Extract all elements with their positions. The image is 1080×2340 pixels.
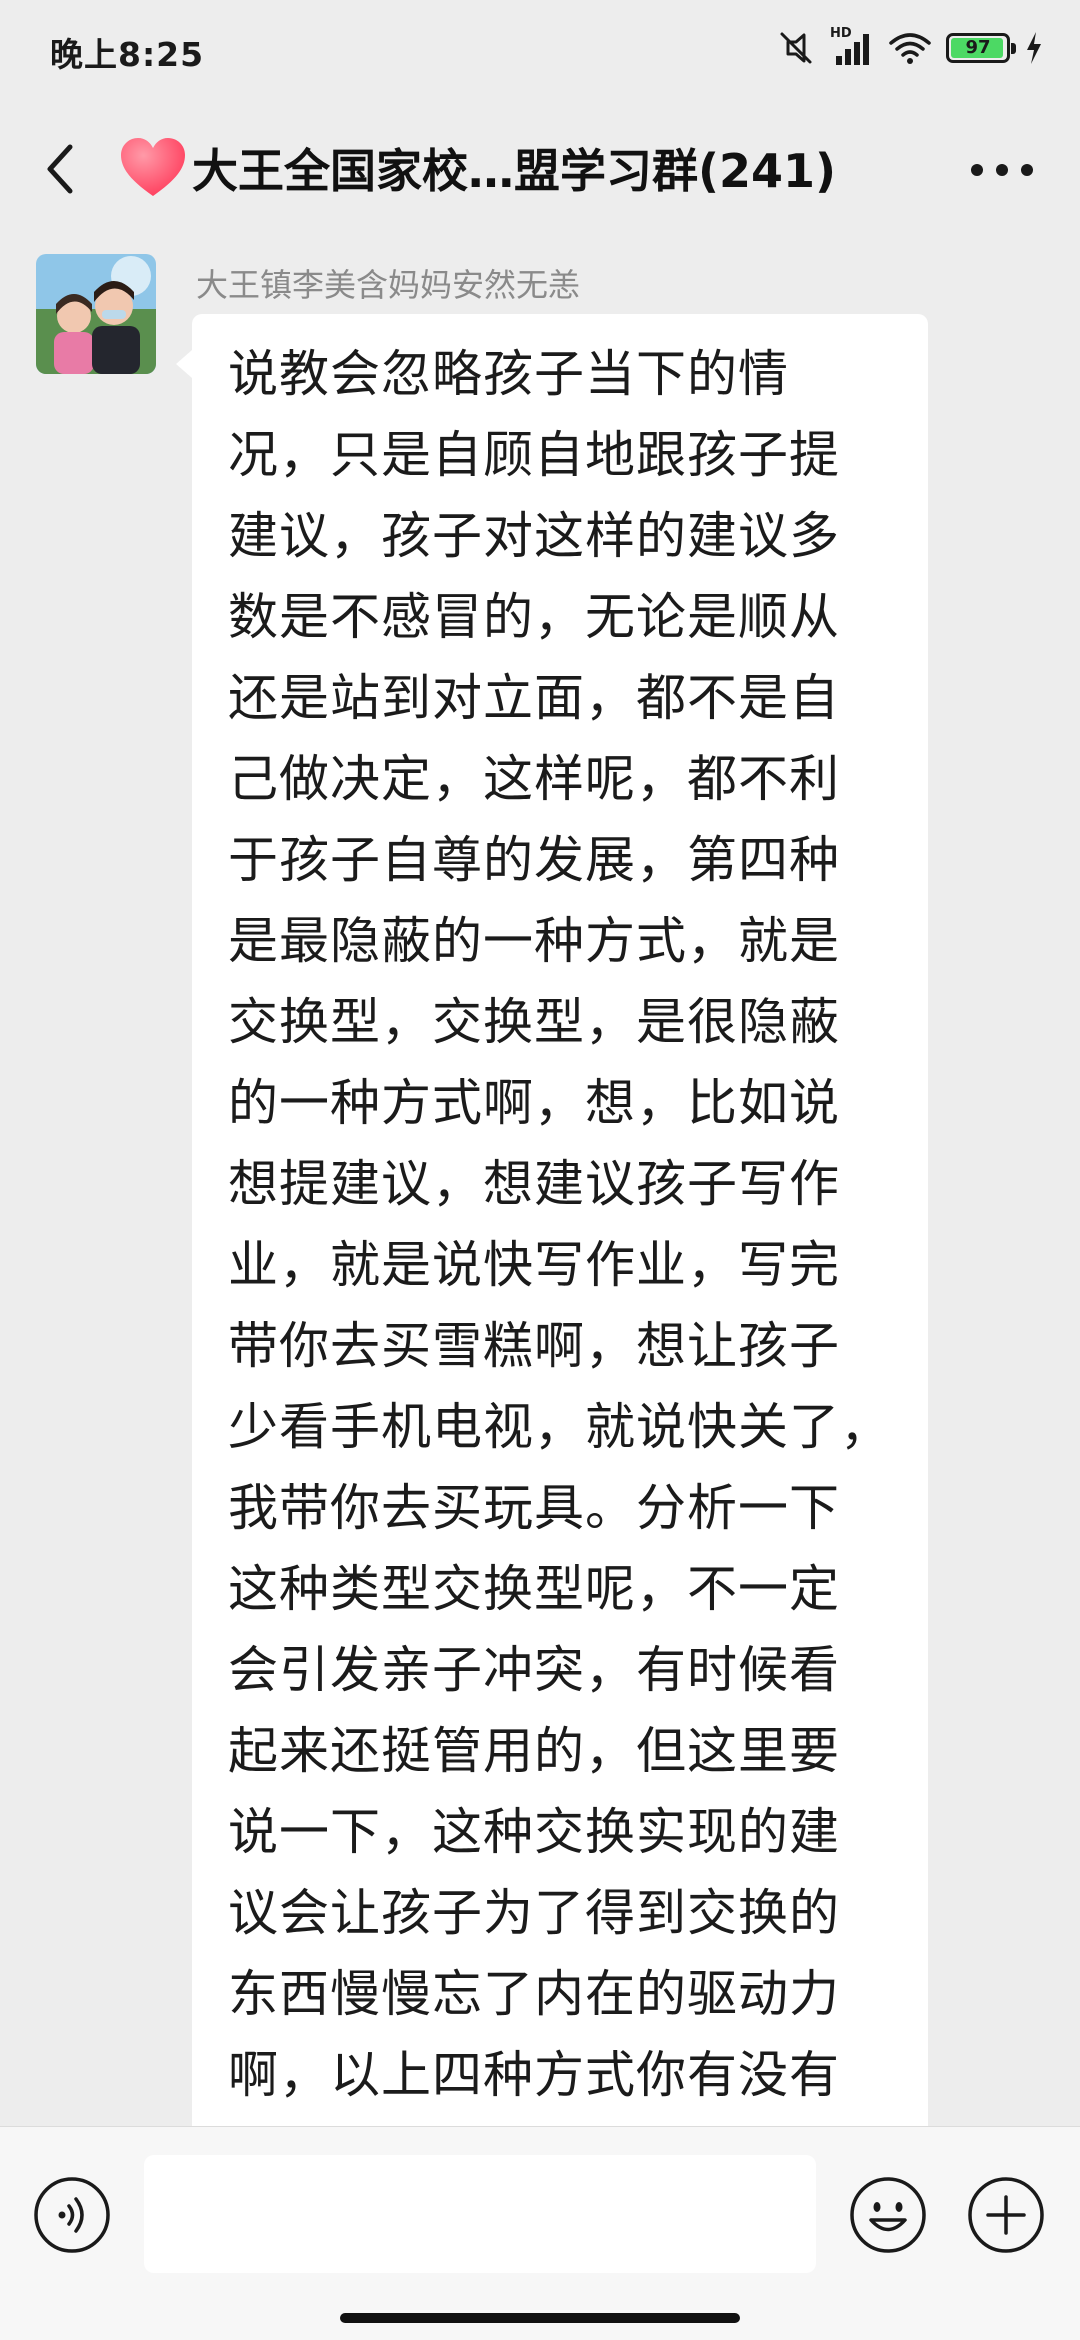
voice-icon — [34, 2177, 110, 2253]
plus-icon — [968, 2177, 1044, 2253]
emoji-button[interactable] — [848, 2175, 928, 2255]
battery-level: 97 — [965, 37, 991, 58]
mute-icon — [776, 28, 816, 68]
wifi-icon — [888, 28, 932, 68]
sender-name: 大王镇李美含妈妈安然无恙 — [196, 266, 581, 304]
avatar[interactable] — [36, 254, 156, 374]
chevron-left-icon — [47, 144, 73, 194]
battery-cap — [1011, 43, 1016, 54]
chat-title: 大王全国家校…盟学习群(241) — [192, 144, 837, 198]
message-input[interactable] — [144, 2155, 816, 2273]
status-bar: 晚上8:25 HD 97 — [0, 0, 1080, 98]
signal-icon: HD — [830, 26, 874, 68]
emoji-icon — [850, 2177, 926, 2253]
home-indicator[interactable] — [340, 2313, 740, 2323]
voice-button[interactable] — [32, 2175, 112, 2255]
message-list[interactable]: 大王镇李美含妈妈安然无恙 说教会忽略孩子当下的情 况，只是自顾自地跟孩子提 建议… — [0, 240, 1080, 2126]
more-dots-icon — [971, 164, 1033, 176]
plus-button[interactable] — [966, 2175, 1046, 2255]
back-button[interactable] — [30, 134, 90, 204]
message-bubble[interactable]: 说教会忽略孩子当下的情 况，只是自顾自地跟孩子提 建议，孩子对这样的建议多 数是… — [176, 314, 928, 2126]
chat-screen: 晚上8:25 HD 97 大王全国家校…盟学习群(241) 大王镇李美含妈妈安然… — [0, 0, 1080, 2340]
status-time: 晚上8:25 — [50, 35, 205, 74]
more-button[interactable] — [962, 142, 1042, 198]
nav-bar: 大王全国家校…盟学习群(241) — [0, 98, 1080, 240]
title-group: 大王全国家校…盟学习群(241) — [118, 130, 948, 206]
input-bar — [0, 2126, 1080, 2340]
heart-icon — [121, 138, 185, 196]
message-text: 说教会忽略孩子当下的情 况，只是自顾自地跟孩子提 建议，孩子对这样的建议多 数是… — [228, 345, 891, 2104]
battery-icon: 97 — [946, 33, 1016, 63]
status-icons: HD 97 — [776, 26, 1044, 70]
charging-icon — [1024, 30, 1044, 66]
